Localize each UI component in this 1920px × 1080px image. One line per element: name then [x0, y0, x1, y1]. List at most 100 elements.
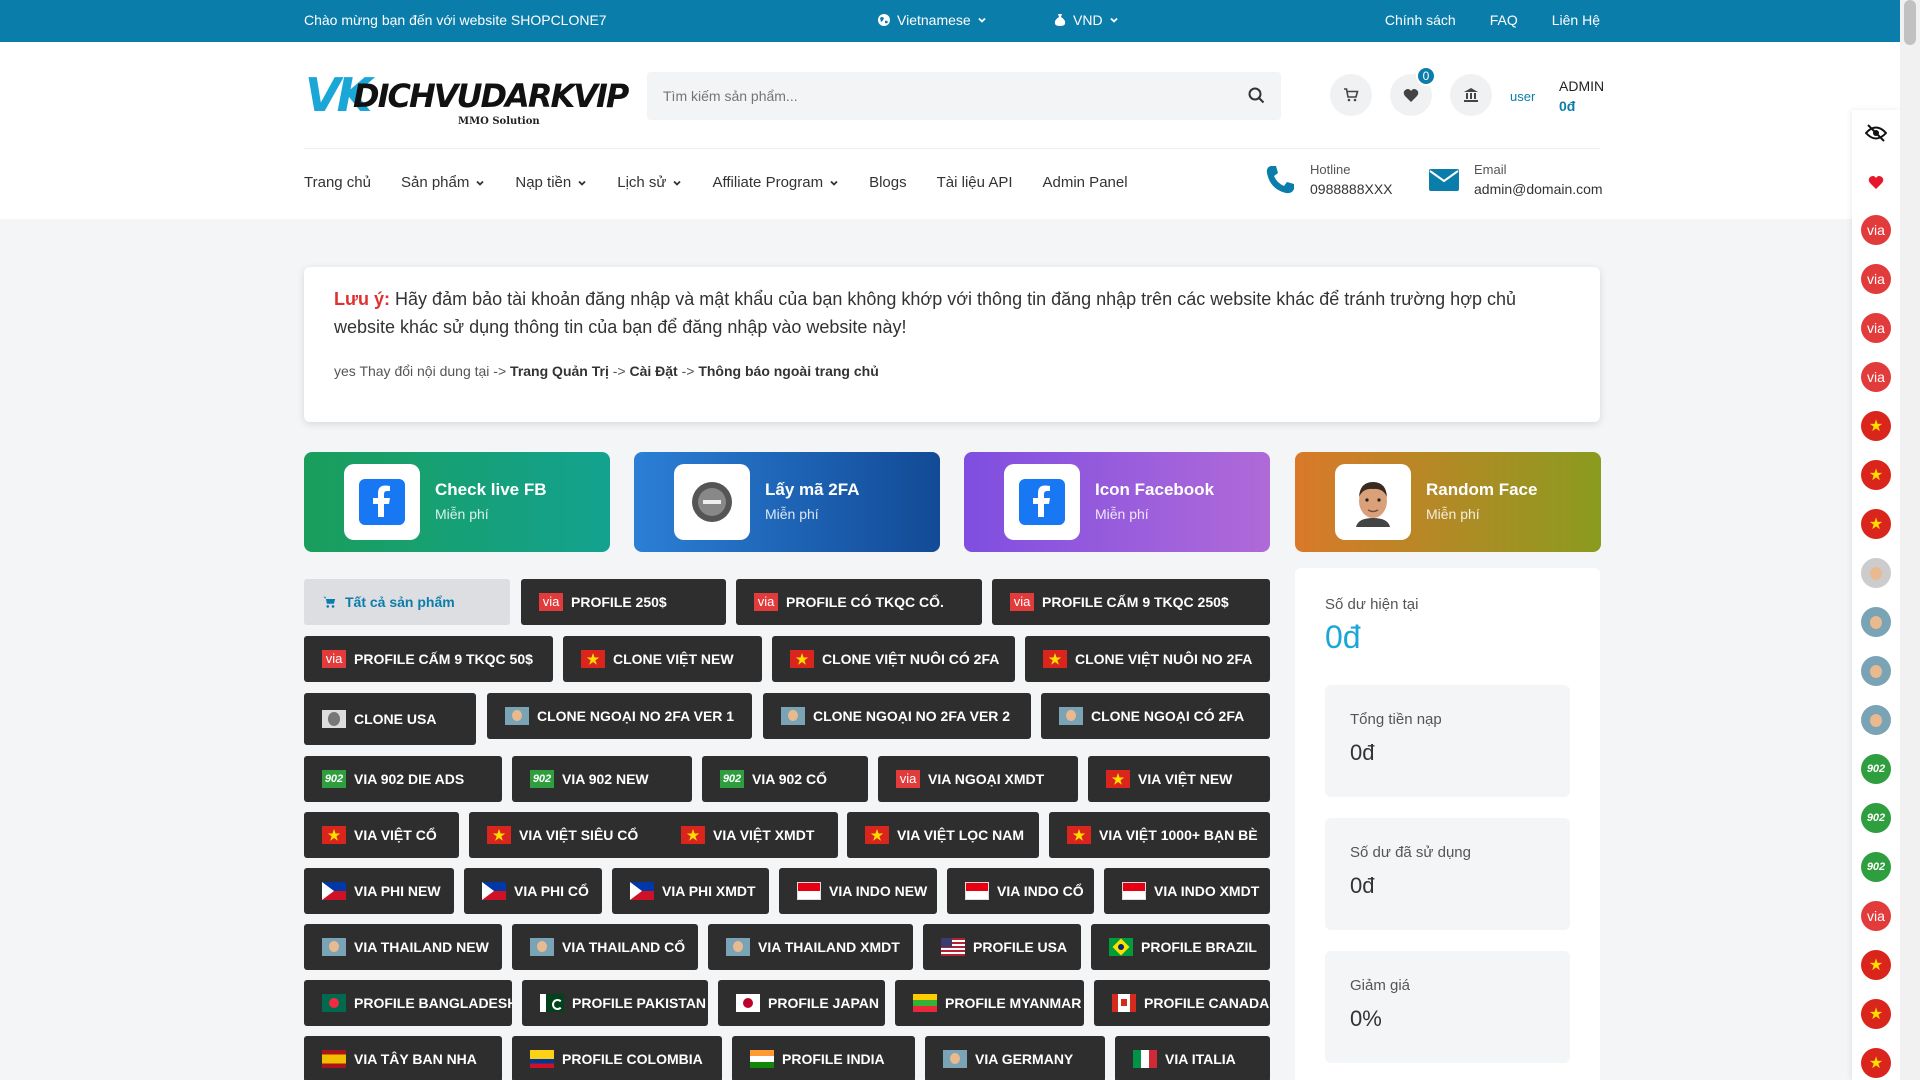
- scrollbar-thumb[interactable]: [1904, 0, 1916, 45]
- tool-card-get-2fa[interactable]: Lấy mã 2FA Miễn phí: [634, 452, 940, 552]
- category-button[interactable]: VIA GERMANY: [925, 1036, 1105, 1080]
- vietnam-flag-icon[interactable]: ★: [1861, 411, 1891, 441]
- category-button[interactable]: VIA ITALIA: [1115, 1036, 1270, 1080]
- vietnam-flag-icon[interactable]: ★: [1861, 509, 1891, 539]
- usa-profile-icon[interactable]: [1861, 558, 1891, 588]
- nav-deposit[interactable]: Nạp tiền: [515, 174, 587, 191]
- nav-home[interactable]: Trang chủ: [304, 174, 371, 191]
- search-icon[interactable]: [1248, 87, 1265, 104]
- nav-products[interactable]: Sản phẩm: [401, 174, 485, 191]
- category-button[interactable]: via PROFILE 250$: [521, 579, 726, 625]
- currency-selector[interactable]: VND: [1053, 12, 1119, 28]
- favorite-button[interactable]: [1861, 167, 1891, 197]
- category-button[interactable]: CLONE NGOẠI NO 2FA VER 1: [487, 693, 752, 739]
- category-button[interactable]: VIA THAILAND CỔ: [512, 924, 698, 970]
- via-icon[interactable]: via: [1861, 313, 1891, 343]
- category-button[interactable]: 902 VIA 902 DIE ADS: [304, 756, 502, 802]
- nav-blogs[interactable]: Blogs: [869, 174, 907, 191]
- category-button[interactable]: ★ CLONE VIỆT NUÔI CÓ 2FA: [772, 636, 1015, 682]
- wishlist-button[interactable]: 0: [1390, 66, 1436, 116]
- site-logo[interactable]: VK DICHVUDARKVIP MMO Solution: [305, 72, 629, 134]
- faq-link[interactable]: FAQ: [1490, 12, 1518, 28]
- via-icon[interactable]: via: [1861, 901, 1891, 931]
- category-label: VIA NGOẠI XMDT: [928, 771, 1045, 787]
- phone-icon: [1266, 165, 1294, 193]
- category-button[interactable]: via PROFILE CẤM 9 TKQC 250$: [992, 579, 1270, 625]
- category-button[interactable]: ★ VIA VIỆT 1000+ BẠN BÈ: [1049, 812, 1270, 858]
- category-button[interactable]: PROFILE BANGLADESH: [304, 980, 512, 1026]
- category-button[interactable]: VIA INDO CỔ: [947, 868, 1094, 914]
- avatar: user: [1510, 89, 1536, 104]
- page-scrollbar[interactable]: [1900, 0, 1920, 1080]
- category-button[interactable]: via VIA NGOẠI XMDT: [878, 756, 1078, 802]
- category-button[interactable]: PROFILE JAPAN: [718, 980, 885, 1026]
- bank-button[interactable]: [1450, 74, 1492, 116]
- nav-affiliate[interactable]: Affiliate Program: [712, 174, 839, 191]
- search-input[interactable]: [663, 72, 1233, 120]
- hide-sidebar-button[interactable]: [1861, 118, 1891, 148]
- category-button[interactable]: VIA TÂY BAN NHA: [304, 1036, 502, 1080]
- category-button[interactable]: VIA THAILAND NEW: [304, 924, 502, 970]
- category-all-products[interactable]: Tất cả sản phẩm: [304, 579, 510, 625]
- category-button[interactable]: ★ VIA VIỆT XMDT: [663, 812, 838, 858]
- category-button[interactable]: PROFILE USA: [923, 924, 1081, 970]
- category-button[interactable]: ★ VIA VIỆT SIÊU CỔ: [469, 812, 687, 858]
- category-button[interactable]: VIA THAILAND XMDT: [708, 924, 913, 970]
- heart-icon: [1868, 175, 1884, 189]
- category-button[interactable]: 902 VIA 902 NEW: [512, 756, 692, 802]
- contact-link[interactable]: Liên Hệ: [1552, 12, 1600, 28]
- via-icon[interactable]: via: [1861, 362, 1891, 392]
- category-button[interactable]: 902 VIA 902 CỔ: [702, 756, 868, 802]
- cart-button[interactable]: [1330, 74, 1372, 116]
- cart-icon: [323, 596, 336, 608]
- nav-history[interactable]: Lịch sử: [617, 174, 682, 191]
- category-button[interactable]: PROFILE INDIA: [732, 1036, 915, 1080]
- category-button[interactable]: ★ VIA VIỆT CỔ: [304, 812, 459, 858]
- language-selector[interactable]: Vietnamese: [877, 12, 987, 28]
- face-icon[interactable]: [1861, 656, 1891, 686]
- category-button[interactable]: VIA PHI NEW: [304, 868, 454, 914]
- category-button[interactable]: VIA PHI XMDT: [612, 868, 769, 914]
- nav-admin-panel[interactable]: Admin Panel: [1043, 174, 1128, 191]
- tool-card-icon-facebook[interactable]: Icon Facebook Miễn phí: [964, 452, 1270, 552]
- category-button[interactable]: PROFILE PAKISTAN: [522, 980, 708, 1026]
- vietnam-flag-icon[interactable]: ★: [1861, 460, 1891, 490]
- tool-card-random-face[interactable]: Random Face Miễn phí: [1295, 452, 1601, 552]
- face-icon: [322, 938, 346, 956]
- category-button[interactable]: PROFILE MYANMAR: [895, 980, 1084, 1026]
- policy-link[interactable]: Chính sách: [1385, 12, 1456, 28]
- category-button[interactable]: VIA INDO XMDT: [1104, 868, 1270, 914]
- category-button[interactable]: via PROFILE CÓ TKQC CỔ.: [736, 579, 982, 625]
- vietnam-flag-icon[interactable]: ★: [1861, 950, 1891, 980]
- nav-api-docs[interactable]: Tài liệu API: [937, 174, 1013, 191]
- via-icon: via: [322, 650, 346, 668]
- 902-icon[interactable]: 902: [1861, 852, 1891, 882]
- category-button[interactable]: ★ CLONE VIỆT NUÔI NO 2FA: [1025, 636, 1270, 682]
- tool-card-check-live-fb[interactable]: Check live FB Miễn phí: [304, 452, 610, 552]
- category-button[interactable]: VIA INDO NEW: [779, 868, 937, 914]
- nav-label: Nạp tiền: [515, 174, 572, 191]
- category-button[interactable]: PROFILE CANADA: [1094, 980, 1270, 1026]
- category-button[interactable]: CLONE NGOẠI CÓ 2FA: [1041, 693, 1270, 739]
- category-button[interactable]: via PROFILE CẤM 9 TKQC 50$: [304, 636, 553, 682]
- vietnam-flag-icon: ★: [487, 826, 511, 844]
- 902-icon[interactable]: 902: [1861, 754, 1891, 784]
- category-button[interactable]: PROFILE BRAZIL: [1091, 924, 1270, 970]
- face-icon[interactable]: [1861, 705, 1891, 735]
- pakistan-flag-icon: [540, 994, 564, 1012]
- face-icon[interactable]: [1861, 607, 1891, 637]
- category-button[interactable]: ★ VIA VIỆT NEW: [1088, 756, 1270, 802]
- 902-icon[interactable]: 902: [1861, 803, 1891, 833]
- via-icon[interactable]: via: [1861, 215, 1891, 245]
- category-button[interactable]: CLONE NGOẠI NO 2FA VER 2: [763, 693, 1031, 739]
- via-icon[interactable]: via: [1861, 264, 1891, 294]
- category-button[interactable]: CLONE USA: [304, 693, 476, 745]
- category-button[interactable]: VIA PHI CỔ: [464, 868, 602, 914]
- category-button[interactable]: ★ VIA VIỆT LỌC NAM: [847, 812, 1039, 858]
- path-arrow: ->: [612, 363, 626, 379]
- category-label: VIA INDO CỔ: [997, 883, 1084, 899]
- category-button[interactable]: ★ CLONE VIỆT NEW: [563, 636, 762, 682]
- vietnam-flag-icon[interactable]: ★: [1861, 1048, 1891, 1078]
- vietnam-flag-icon[interactable]: ★: [1861, 999, 1891, 1029]
- category-button[interactable]: PROFILE COLOMBIA: [512, 1036, 722, 1080]
